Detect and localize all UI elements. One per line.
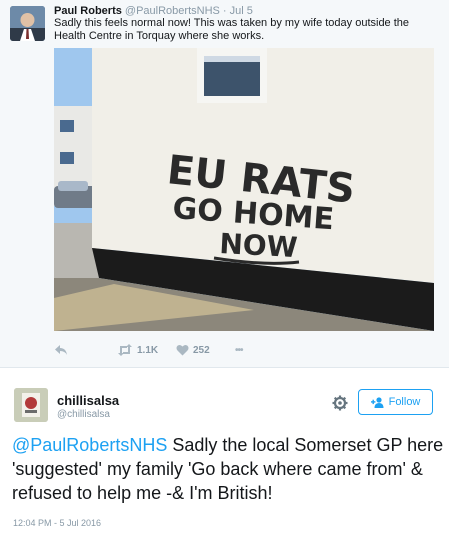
more-icon: ••• — [235, 344, 243, 356]
quoted-tweet-date[interactable]: Jul 5 — [230, 5, 253, 17]
reply-action[interactable] — [54, 343, 68, 357]
follow-button-label: Follow — [388, 396, 421, 408]
quoted-tweet-header: Paul Roberts @PaulRobertsNHS · Jul 5 — [54, 5, 253, 17]
author-handle[interactable]: @chillisalsa — [57, 409, 110, 420]
like-count: 252 — [193, 344, 210, 356]
more-action[interactable]: ••• — [235, 343, 243, 357]
tweet-text: @PaulRobertsNHS Sadly the local Somerset… — [12, 433, 444, 505]
like-icon — [176, 344, 189, 356]
tweet-timestamp[interactable]: 12:04 PM - 5 Jul 2016 — [13, 518, 101, 528]
quoted-tweet-text: Sadly this feels normal now! This was ta… — [54, 17, 410, 42]
author-avatar[interactable] — [14, 388, 48, 422]
follow-person-icon — [370, 396, 384, 408]
tweet-mention-link[interactable]: @PaulRobertsNHS — [12, 435, 167, 455]
quoted-author-avatar[interactable] — [10, 6, 45, 41]
reply-icon — [55, 345, 67, 355]
gear-icon[interactable] — [332, 395, 348, 411]
retweet-action[interactable]: 1.1K — [117, 343, 158, 357]
retweet-count: 1.1K — [137, 344, 159, 356]
author-name[interactable]: chillisalsa — [57, 393, 119, 408]
quoted-author-name[interactable]: Paul Roberts — [54, 5, 122, 17]
graffiti-line-3: NOW — [219, 227, 299, 264]
like-action[interactable]: 252 — [176, 343, 210, 357]
retweet-icon — [118, 344, 132, 356]
quoted-tweet-photo[interactable]: EU RATS GO HOME NOW — [54, 48, 434, 331]
header-separator: · — [222, 5, 227, 17]
follow-button[interactable]: Follow — [358, 389, 433, 415]
quoted-tweet[interactable]: Paul Roberts @PaulRobertsNHS · Jul 5 Sad… — [0, 0, 449, 368]
quoted-author-handle[interactable]: @PaulRobertsNHS — [125, 5, 220, 17]
